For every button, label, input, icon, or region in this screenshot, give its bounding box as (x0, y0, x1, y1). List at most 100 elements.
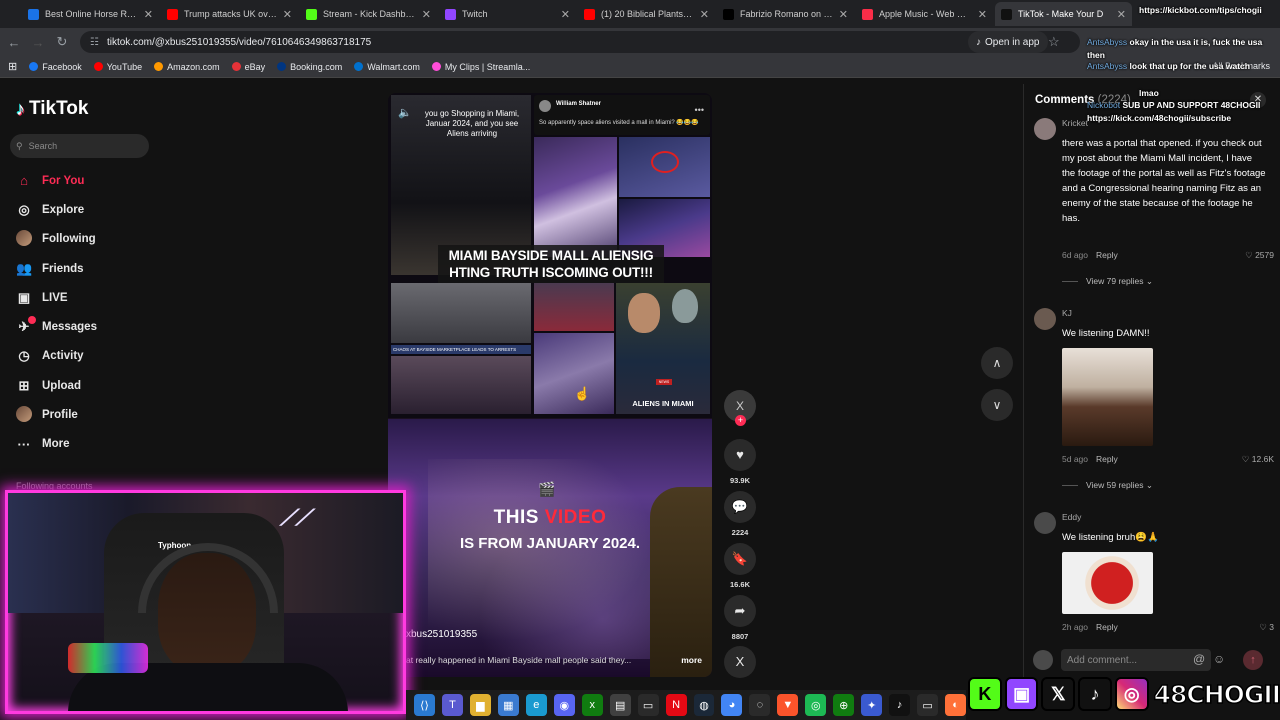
sidebar-item-explore[interactable]: ◎ Explore (0, 195, 170, 224)
browser-tab[interactable]: Fabrizio Romano on X: " ✕ (717, 2, 854, 26)
sidebar-item-following[interactable]: Following (0, 225, 170, 254)
view-replies-label: View 79 replies (1086, 276, 1144, 286)
reload-icon[interactable]: ↻ (50, 34, 74, 50)
reply-button[interactable]: Reply (1096, 454, 1118, 464)
sidebar-item-live[interactable]: ▣ LIVE (0, 283, 170, 312)
tab-close-icon[interactable]: ✕ (561, 8, 570, 21)
tab-close-icon[interactable]: ✕ (700, 8, 709, 21)
comment-image[interactable] (1062, 552, 1153, 614)
video-author[interactable]: xbus251019355 (406, 629, 477, 640)
share-icon[interactable]: ➦ (724, 595, 756, 627)
vscode-icon[interactable]: ⟨⟩ (414, 694, 435, 716)
bookmark-item[interactable]: My Clips | Streamla... (431, 62, 530, 72)
bookmark-item[interactable]: YouTube (93, 62, 142, 72)
sidebar-item-more[interactable]: ··· More (0, 430, 170, 459)
chat-text: look that up for the usa watch (1129, 61, 1250, 71)
sidebar-item-profile[interactable]: Profile (0, 400, 170, 429)
tab-close-icon[interactable]: ✕ (978, 8, 987, 21)
commenter-name[interactable]: Kricket (1062, 118, 1088, 128)
bookmark-item[interactable]: Booking.com (277, 62, 342, 72)
bookmark-favicon-icon (93, 62, 103, 71)
follow-plus-icon[interactable]: + (735, 415, 746, 426)
back-arrow-icon[interactable]: ← (2, 35, 26, 50)
reply-button[interactable]: Reply (1096, 622, 1118, 632)
next-video-chevron-down-icon[interactable]: ∨ (981, 389, 1013, 421)
bookmark-item[interactable]: Walmart.com (354, 62, 420, 72)
browser-icon[interactable]: ◌ (749, 694, 771, 716)
xbox-icon[interactable]: x (581, 694, 603, 716)
app2-icon[interactable]: ✦ (861, 694, 883, 716)
sidebar-item-friends[interactable]: 👥 Friends (0, 254, 170, 283)
spotify-icon[interactable]: ◎ (805, 694, 827, 716)
xbox-game-bar-icon[interactable]: ⊕ (833, 694, 855, 716)
commenter-avatar[interactable] (1034, 512, 1056, 534)
add-comment-input[interactable] (1061, 649, 1211, 671)
tiktok-logo[interactable]: ♪ TikTok (16, 98, 88, 120)
more-link[interactable]: more (681, 655, 702, 665)
edge-icon[interactable]: e (525, 694, 547, 716)
bookmark-icon[interactable]: 🔖 (724, 543, 756, 575)
sidebar-item-activity[interactable]: ◷ Activity (0, 342, 170, 371)
bookmark-item[interactable]: Amazon.com (154, 62, 220, 72)
tab-close-icon[interactable]: ✕ (422, 8, 431, 21)
sidebar-item-label: Upload (42, 379, 81, 392)
discord-icon[interactable]: ◉ (553, 694, 575, 716)
reply-button[interactable]: Reply (1096, 250, 1118, 260)
comment-image[interactable] (1062, 348, 1153, 446)
sidebar-item-upload[interactable]: ⊞ Upload (0, 371, 170, 400)
commenter-avatar[interactable] (1034, 118, 1056, 140)
emoji-icon[interactable]: ☺ (1213, 652, 1225, 666)
share-count: 8807 (731, 632, 749, 641)
send-arrow-icon[interactable]: ↑ (1243, 650, 1263, 670)
netflix-icon[interactable]: N (665, 694, 687, 716)
commenter-avatar[interactable] (1034, 308, 1056, 330)
heart-icon[interactable]: ♥ (724, 439, 756, 471)
bookmark-item[interactable]: Facebook (29, 62, 82, 72)
browser-tab[interactable]: (1) 20 Biblical Plants That ✕ (578, 2, 715, 26)
volume-icon[interactable]: 🔈 (398, 106, 412, 119)
comment-icon[interactable]: 💬 (724, 491, 756, 523)
tab-close-icon[interactable]: ✕ (283, 8, 292, 21)
search-box[interactable]: ⚲ Search (10, 134, 149, 158)
commenter-name[interactable]: KJ (1062, 308, 1072, 318)
music-disc-avatar[interactable]: X (724, 646, 756, 678)
open-in-app-button[interactable]: ♪ Open in app (968, 31, 1048, 53)
browser-tab[interactable]: Trump attacks UK over Ira ✕ (161, 2, 298, 26)
brave-icon[interactable]: ▼ (777, 694, 799, 716)
tab-title: Best Online Horse Racing (45, 9, 138, 19)
browser-tab[interactable]: Stream - Kick Dashboard ✕ (300, 2, 437, 26)
browser-tab[interactable]: Apple Music - Web Player ✕ (856, 2, 993, 26)
tab-close-icon[interactable]: ✕ (144, 8, 153, 21)
steam-icon[interactable]: ◍ (693, 694, 715, 716)
view-replies-link[interactable]: View 59 replies ⌄ (1062, 480, 1153, 491)
file-explorer-icon[interactable]: ▆ (469, 694, 491, 716)
forward-arrow-icon[interactable]: → (26, 35, 50, 50)
comment-likes[interactable]: ♡ 12.6K (1242, 454, 1274, 465)
bookmark-item[interactable]: eBay (231, 62, 265, 72)
apps-grid-icon[interactable]: ⊞ (8, 60, 17, 73)
mention-at-icon[interactable]: @ (1193, 652, 1205, 666)
chrome-icon[interactable]: ◕ (721, 694, 743, 716)
sidebar-item-for-you[interactable]: ⌂ For You (0, 166, 170, 195)
previous-video-chevron-up-icon[interactable]: ∧ (981, 347, 1013, 379)
site-info-icon[interactable]: ☷ (90, 37, 99, 48)
browser-tab[interactable]: Best Online Horse Racing ✕ (22, 2, 159, 26)
sidebar-item-messages[interactable]: ✈Messages1 (0, 312, 170, 341)
notepad-icon[interactable]: ▭ (637, 694, 659, 716)
store-icon[interactable]: ▦ (497, 694, 519, 716)
comment-likes[interactable]: ♡ 2579 (1245, 250, 1274, 261)
app-icon[interactable]: ▤ (609, 694, 631, 716)
commenter-name[interactable]: Eddy (1062, 512, 1081, 522)
browser-tab[interactable]: Twitch ✕ (439, 2, 576, 26)
bookmark-star-icon[interactable]: ☆ (1048, 34, 1060, 50)
cast-icon[interactable]: ▭ (917, 694, 939, 716)
tab-close-icon[interactable]: ✕ (839, 8, 848, 21)
comment-likes[interactable]: ♡ 3 (1259, 622, 1274, 633)
teams-icon[interactable]: T (441, 694, 463, 716)
view-replies-link[interactable]: View 79 replies ⌄ (1062, 276, 1153, 287)
video-player[interactable]: you go Shopping in Miami, Januar 2024, a… (388, 93, 712, 677)
chat-username: AntsAbyss (1087, 37, 1128, 47)
tiktok-taskbar-icon[interactable]: ♪ (889, 694, 911, 716)
address-bar[interactable]: ☷ tiktok.com/@xbus251019355/video/761064… (80, 31, 1080, 53)
firefox-icon[interactable]: ◐ (945, 694, 967, 716)
